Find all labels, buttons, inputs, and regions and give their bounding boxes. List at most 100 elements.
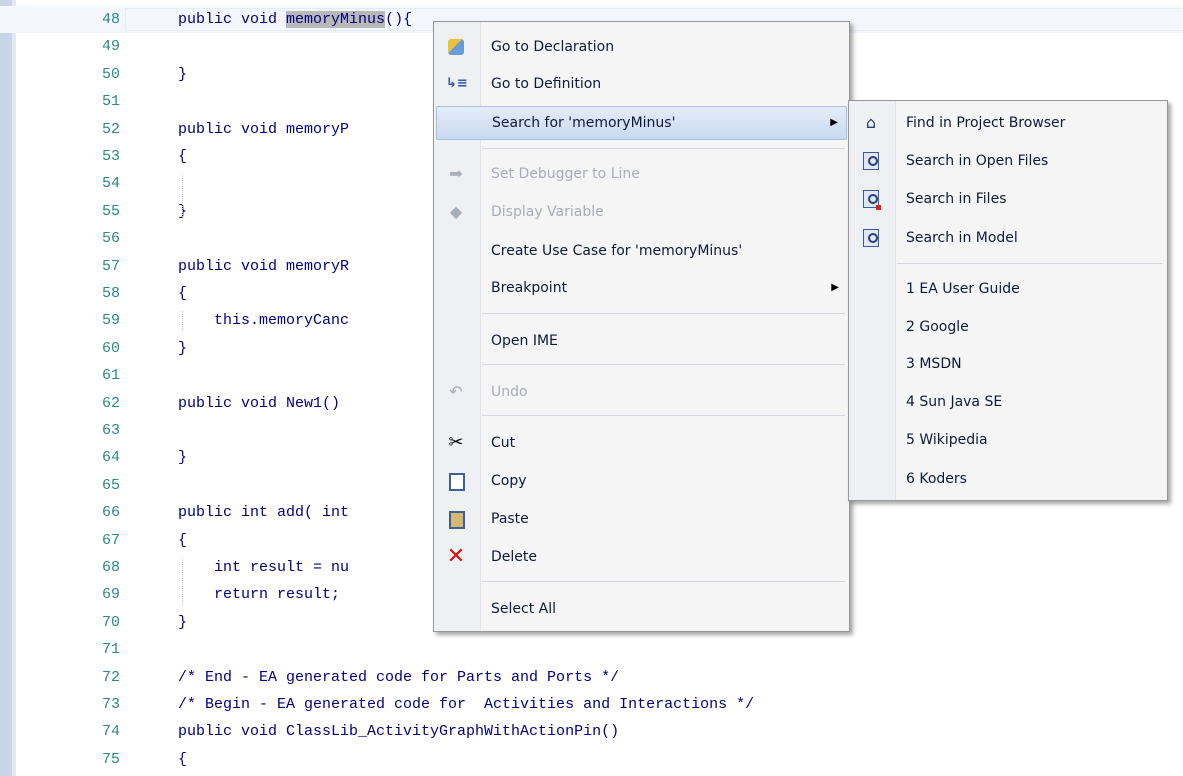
submenu-item-find-in-project-browser[interactable]: ⌂ Find in Project Browser bbox=[851, 106, 1165, 140]
declaration-icon bbox=[448, 39, 464, 55]
line-number: 60 bbox=[101, 339, 120, 357]
line-number: 50 bbox=[101, 65, 120, 83]
menu-item-breakpoint[interactable]: Breakpoint ▶ bbox=[436, 271, 847, 305]
copy-icon bbox=[449, 473, 465, 491]
menu-separator bbox=[482, 415, 845, 416]
line-number: 63 bbox=[101, 422, 120, 439]
menu-separator bbox=[482, 581, 845, 582]
code-text: { bbox=[178, 285, 188, 302]
submenu-item-web-search[interactable]: 4 Sun Java SE bbox=[851, 385, 1165, 419]
scissors-icon: ✂ bbox=[448, 432, 464, 453]
code-text: { bbox=[178, 148, 188, 165]
line-number: 69 bbox=[101, 586, 120, 604]
code-text: /* End - EA generated code for Parts and… bbox=[178, 668, 620, 686]
definition-icon: ↳≡ bbox=[446, 76, 468, 91]
line-number: 67 bbox=[101, 531, 120, 549]
code-line[interactable]: 72 /* End - EA generated code for Parts a… bbox=[0, 664, 1183, 691]
search-files-icon bbox=[863, 190, 881, 210]
line-number: 53 bbox=[101, 148, 120, 165]
line-number: 65 bbox=[101, 476, 120, 494]
line-number: 54 bbox=[101, 175, 120, 193]
code-text: public void ClassLib_ActivityGraphWithAc… bbox=[178, 723, 620, 741]
submenu-item-web-search[interactable]: 2 Google bbox=[851, 310, 1165, 344]
line-number: 64 bbox=[101, 449, 120, 467]
selected-identifier: memoryMinus bbox=[286, 11, 386, 28]
submenu-item-web-search[interactable]: 3 MSDN bbox=[851, 347, 1165, 381]
code-line[interactable]: 71 bbox=[0, 636, 1183, 663]
line-number: 52 bbox=[101, 120, 120, 138]
code-text: } bbox=[178, 613, 188, 631]
menu-separator bbox=[482, 364, 845, 365]
indent-guide bbox=[182, 311, 183, 331]
indent-guide bbox=[182, 558, 183, 605]
paste-icon bbox=[449, 511, 465, 529]
search-submenu: ⌂ Find in Project Browser Search in Open… bbox=[848, 100, 1168, 501]
binoculars-icon: ⌂ bbox=[865, 113, 877, 132]
code-segment: (){ bbox=[385, 11, 413, 28]
menu-item-open-ime[interactable]: Open IME bbox=[436, 324, 847, 358]
submenu-item-web-search[interactable]: 1 EA User Guide bbox=[851, 272, 1165, 306]
code-text: } bbox=[178, 449, 188, 467]
submenu-item-search-in-model[interactable]: Search in Model bbox=[851, 221, 1165, 255]
menu-item-select-all[interactable]: Select All bbox=[436, 592, 847, 626]
line-number: 62 bbox=[101, 394, 120, 412]
delete-x-icon: ✕ bbox=[446, 544, 466, 569]
code-text: public void memoryR bbox=[178, 257, 350, 275]
code-text: return result; bbox=[178, 586, 341, 604]
submenu-item-web-search[interactable]: 6 Koders bbox=[851, 462, 1165, 496]
code-line[interactable]: 73 /* Begin - EA generated code for Activ… bbox=[0, 691, 1183, 718]
context-menu: Go to Declaration ↳≡ Go to Definition Se… bbox=[433, 21, 850, 632]
indent-guide bbox=[182, 174, 183, 222]
line-number: 59 bbox=[101, 312, 120, 330]
submenu-item-web-search[interactable]: 5 Wikipedia bbox=[851, 423, 1165, 457]
search-open-files-icon bbox=[863, 152, 879, 170]
code-text: public void New1() bbox=[178, 394, 341, 412]
line-number: 70 bbox=[101, 613, 120, 631]
menu-item-go-to-declaration[interactable]: Go to Declaration bbox=[436, 30, 847, 64]
menu-item-paste[interactable]: Paste bbox=[436, 502, 847, 536]
line-number: 57 bbox=[101, 257, 120, 275]
code-text: int result = nu bbox=[178, 559, 350, 576]
line-number: 58 bbox=[101, 285, 120, 302]
code-line[interactable]: 75 { bbox=[0, 746, 1183, 773]
line-number: 61 bbox=[101, 367, 120, 385]
search-model-icon bbox=[863, 229, 879, 247]
code-text: { bbox=[178, 750, 188, 768]
code-text: } bbox=[178, 65, 188, 83]
menu-item-undo[interactable]: ↶ Undo bbox=[436, 375, 847, 409]
line-number: 68 bbox=[101, 559, 120, 576]
line-number: 72 bbox=[101, 668, 120, 686]
line-number: 55 bbox=[101, 202, 120, 220]
code-text: public void memoryP bbox=[178, 120, 350, 138]
submenu-item-search-in-files[interactable]: Search in Files bbox=[851, 182, 1165, 216]
code-line[interactable]: 74 public void ClassLib_ActivityGraphWith… bbox=[0, 718, 1183, 745]
code-text: { bbox=[178, 531, 188, 549]
menu-item-copy[interactable]: Copy bbox=[436, 464, 847, 498]
menu-item-search-for[interactable]: Search for 'memoryMinus' ▶ bbox=[436, 106, 847, 140]
line-number: 66 bbox=[101, 504, 120, 522]
line-number: 74 bbox=[101, 723, 120, 741]
code-text: public int add( int bbox=[178, 504, 350, 522]
menu-separator bbox=[482, 313, 845, 314]
code-text: this.memoryCanc bbox=[178, 312, 350, 330]
menu-item-cut[interactable]: ✂ Cut bbox=[436, 426, 847, 460]
line-number: 48 bbox=[101, 11, 120, 28]
code-text: /* Begin - EA generated code for Activit… bbox=[178, 696, 755, 713]
submenu-item-search-in-open-files[interactable]: Search in Open Files bbox=[851, 144, 1165, 178]
undo-icon: ↶ bbox=[449, 382, 463, 401]
code-text: } bbox=[178, 339, 188, 357]
code-text: public void memoryMinus(){ bbox=[178, 6, 412, 33]
menu-separator bbox=[897, 263, 1163, 264]
menu-item-display-variable[interactable]: ◆ Display Variable bbox=[436, 195, 847, 229]
submenu-arrow-icon: ▶ bbox=[831, 282, 839, 293]
line-number: 73 bbox=[101, 696, 120, 713]
menu-item-create-use-case[interactable]: Create Use Case for 'memoryMinus' bbox=[436, 234, 847, 268]
menu-separator bbox=[482, 148, 845, 149]
line-number: 56 bbox=[101, 230, 120, 248]
menu-item-delete[interactable]: ✕ Delete bbox=[436, 540, 847, 574]
line-number: 71 bbox=[101, 641, 120, 659]
line-number: 51 bbox=[101, 93, 120, 111]
menu-item-go-to-definition[interactable]: ↳≡ Go to Definition bbox=[436, 67, 847, 101]
menu-item-set-debugger-to-line[interactable]: ➡ Set Debugger to Line bbox=[436, 157, 847, 191]
arrow-right-icon: ➡ bbox=[449, 164, 463, 183]
